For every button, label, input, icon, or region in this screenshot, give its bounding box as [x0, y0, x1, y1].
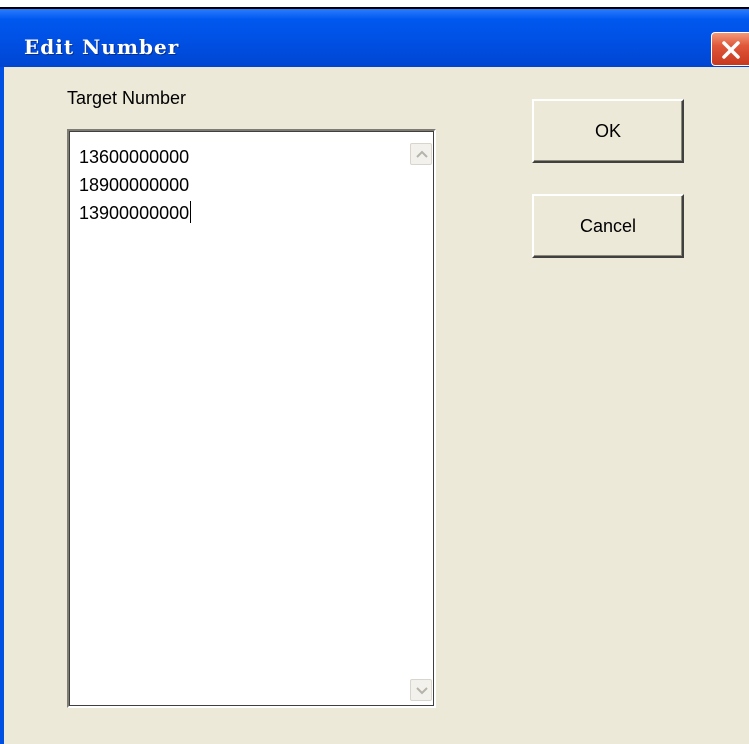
- target-number-textarea[interactable]: 13600000000 18900000000 13900000000: [67, 129, 436, 708]
- number-line: 13900000000: [79, 199, 192, 227]
- close-button[interactable]: [711, 32, 749, 66]
- dialog-title: Edit Number: [24, 35, 180, 59]
- ok-button[interactable]: OK: [532, 99, 684, 163]
- cancel-button[interactable]: Cancel: [532, 194, 684, 258]
- chevron-up-icon: [416, 150, 428, 158]
- cancel-button-label: Cancel: [579, 216, 637, 236]
- number-line: 13600000000: [79, 147, 190, 167]
- scroll-down-button[interactable]: [410, 679, 432, 701]
- title-bar[interactable]: Edit Number: [0, 9, 749, 67]
- scroll-up-button[interactable]: [410, 143, 432, 165]
- target-number-label: Target Number: [67, 88, 187, 108]
- window-frame-left: [0, 67, 4, 744]
- ok-button-label: OK: [594, 121, 621, 141]
- textarea-content: 13600000000 18900000000 13900000000: [79, 143, 192, 227]
- chevron-down-icon: [416, 687, 428, 695]
- number-line-text: 13900000000: [79, 203, 190, 223]
- close-icon: [722, 41, 740, 59]
- number-line: 18900000000: [79, 175, 190, 195]
- text-caret: [190, 201, 192, 223]
